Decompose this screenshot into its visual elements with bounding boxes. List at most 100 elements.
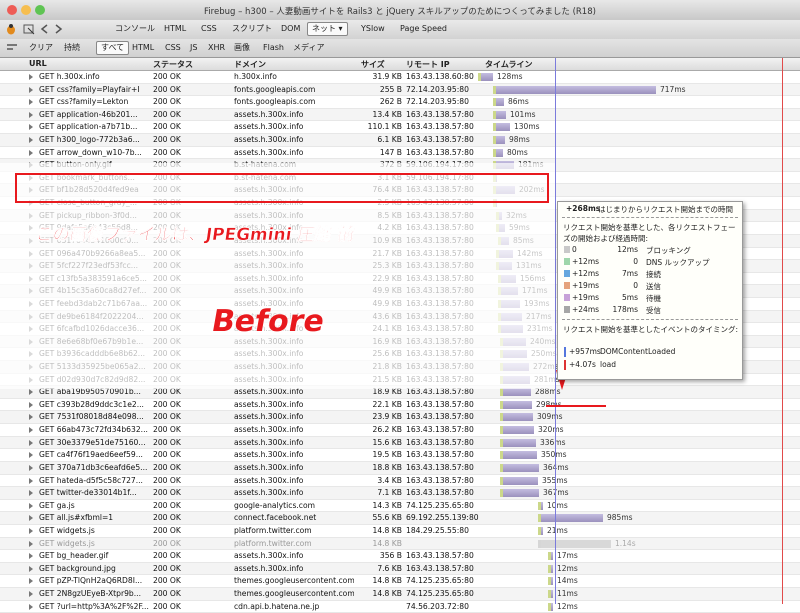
table-row[interactable]: GET 66ab473c72fd34b632... 200 OK assets.h.… [0, 424, 800, 437]
table-row[interactable]: GET ga.js 200 OK google-analytics.com 14.3 … [0, 499, 800, 513]
expand-twisty-icon[interactable] [29, 490, 33, 497]
column-status[interactable]: ステータス [153, 59, 193, 70]
expand-twisty-icon[interactable] [29, 74, 33, 80]
expand-twisty-icon[interactable] [29, 137, 33, 144]
expand-twisty-icon[interactable] [29, 553, 33, 560]
expand-twisty-icon[interactable] [29, 149, 33, 156]
highlight-box [15, 173, 549, 203]
row-url: GET arrow_down_w10-7b... [39, 147, 142, 157]
expand-twisty-icon[interactable] [29, 414, 33, 421]
back-icon[interactable] [38, 23, 52, 35]
tab-css[interactable]: CSS [197, 23, 221, 35]
table-row[interactable]: GET 370a71db3c6eafd6e5... 200 OK assets.h.… [0, 461, 800, 475]
filter-flash[interactable]: Flash [259, 42, 288, 54]
table-row[interactable]: GET 30e3379e51de75160... 200 OK assets.h.3… [0, 436, 800, 450]
expand-twisty-icon[interactable] [29, 99, 33, 106]
table-row[interactable]: GET h.300x.info 200 OK h.300x.info 31.9 KB 1… [0, 71, 800, 84]
table-row[interactable]: GET background.jpg 200 OK assets.h.300x.in… [0, 562, 800, 576]
table-row[interactable]: GET c393b28d9ddc3c1e2... 200 OK assets.h.3… [0, 398, 800, 412]
tab-console[interactable]: コンソール [111, 23, 159, 35]
row-domain: assets.h.300x.info [234, 399, 304, 409]
table-row[interactable]: GET application-46b201... 200 OK assets.h.… [0, 108, 800, 122]
clear-button[interactable]: クリア [25, 42, 57, 54]
timeline-bar [493, 85, 656, 94]
row-size: 14.8 KB [372, 588, 402, 598]
table-row[interactable]: GET css?family=Playfair+I 200 OK fonts.goo… [0, 83, 800, 97]
forward-icon[interactable] [52, 23, 66, 35]
tab-script[interactable]: スクリプト [228, 23, 276, 35]
expand-twisty-icon[interactable] [29, 464, 33, 471]
column-size[interactable]: サイズ [361, 59, 385, 70]
expand-twisty-icon[interactable] [29, 603, 33, 610]
filter-all[interactable]: すべて [96, 41, 130, 55]
expand-twisty-icon[interactable] [29, 502, 33, 509]
row-url: GET ?url=http%3A%2F%2F... [39, 601, 149, 611]
timeline-bar [538, 514, 603, 523]
column-remote-ip[interactable]: リモート IP [406, 59, 450, 70]
row-domain: fonts.googleapis.com [234, 97, 316, 107]
row-domain: assets.h.300x.info [234, 135, 304, 145]
filter-html[interactable]: HTML [128, 42, 158, 54]
table-row[interactable]: GET 7531f08018d84e098... 200 OK assets.h.3… [0, 411, 800, 425]
column-timeline[interactable]: タイムライン [485, 59, 532, 70]
timeline-duration: 11ms [557, 588, 578, 598]
expand-twisty-icon[interactable] [29, 452, 33, 459]
expand-twisty-icon[interactable] [29, 590, 33, 597]
expand-twisty-icon[interactable] [29, 515, 33, 522]
tab-dom[interactable]: DOM [277, 23, 304, 35]
expand-twisty-icon[interactable] [29, 111, 33, 118]
table-row[interactable]: GET ca4f76f19aed6eef59... 200 OK assets.h.… [0, 449, 800, 462]
table-row[interactable]: GET bg_header.gif 200 OK assets.h.300x.inf… [0, 550, 800, 563]
column-url[interactable]: URL [29, 59, 47, 68]
expand-twisty-icon[interactable] [29, 578, 33, 585]
timeline-bar [493, 123, 510, 132]
expand-twisty-icon[interactable] [29, 565, 33, 572]
table-row[interactable]: GET widgets.js 200 OK platform.twitter.com… [0, 524, 800, 538]
table-row[interactable]: GET arrow_down_w10-7b... 200 OK assets.h.3… [0, 146, 800, 160]
table-row[interactable]: GET 2N8gzUEyeB-Xtpr9b... 200 OK themes.goo… [0, 587, 800, 601]
expand-twisty-icon[interactable] [29, 477, 33, 484]
table-row[interactable]: GET pZP-TlQnH2aQ6RD8I... 200 OK themes.goo… [0, 575, 800, 588]
row-size: 14.3 KB [372, 500, 402, 510]
persist-button[interactable]: 持続 [60, 42, 84, 54]
inspect-icon[interactable] [22, 23, 36, 35]
row-status: 200 OK [153, 551, 181, 561]
timeline-bar [500, 388, 531, 397]
table-row[interactable]: GET twitter-de33014b1f... 200 OK assets.h.… [0, 487, 800, 500]
tab-page-speed[interactable]: Page Speed [396, 23, 451, 35]
expand-twisty-icon[interactable] [29, 527, 33, 534]
expand-twisty-icon[interactable] [29, 540, 33, 547]
filter-js[interactable]: JS [186, 42, 201, 54]
row-url: GET css?family=Lekton [39, 97, 129, 107]
phase-swatch [564, 282, 570, 289]
tab-yslow[interactable]: YSlow [357, 23, 389, 35]
table-row[interactable]: GET ?url=http%3A%2F%2F... 200 OK cdn.api.b… [0, 600, 800, 613]
row-domain: assets.h.300x.info [234, 462, 304, 472]
row-domain: assets.h.300x.info [234, 425, 304, 435]
row-url: GET background.jpg [39, 563, 116, 573]
expand-twisty-icon[interactable] [29, 389, 33, 396]
filter-images[interactable]: 画像 [230, 42, 254, 54]
expand-twisty-icon[interactable] [29, 86, 33, 93]
table-row[interactable]: GET css?family=Lekton 200 OK fonts.googlea… [0, 96, 800, 109]
expand-twisty-icon[interactable] [29, 124, 33, 131]
row-status: 200 OK [153, 412, 181, 422]
firebug-icon[interactable] [4, 23, 18, 35]
filter-media[interactable]: メディア [289, 42, 328, 54]
window-title: Firebug – h300 – 人妻動画サイトを Rails3 と jQuer… [204, 7, 596, 17]
table-row[interactable]: GET h300_logo-772b3a6... 200 OK assets.h.3… [0, 134, 800, 147]
filter-xhr[interactable]: XHR [204, 42, 229, 54]
net-filter-bar: クリア 持続 すべて HTML CSS JS XHR 画像 Flash メディア [0, 39, 800, 58]
tab-net[interactable]: ネット ▾ [307, 22, 348, 36]
expand-twisty-icon[interactable] [29, 427, 33, 434]
expand-twisty-icon[interactable] [29, 401, 33, 408]
table-row[interactable]: GET widgets.js 200 OK platform.twitter.com… [0, 537, 800, 551]
filter-css[interactable]: CSS [161, 42, 185, 54]
row-url: GET 30e3379e51de75160... [39, 437, 146, 447]
table-row[interactable]: GET hateda-d5f5c58c727... 200 OK assets.h.… [0, 474, 800, 488]
expand-twisty-icon[interactable] [29, 439, 33, 446]
tab-html[interactable]: HTML [160, 23, 190, 35]
column-domain[interactable]: ドメイン [234, 59, 266, 70]
table-row[interactable]: GET all.js#xfbml=1 200 OK connect.facebook… [0, 512, 800, 525]
table-row[interactable]: GET application-a7b71b... 200 OK assets.h.… [0, 121, 800, 135]
